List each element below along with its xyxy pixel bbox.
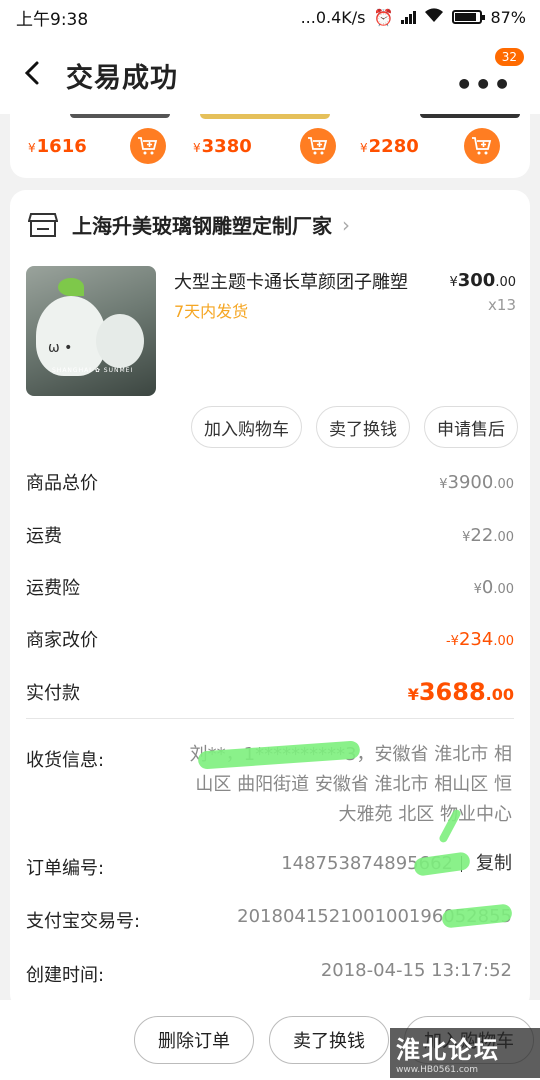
- product-price: ¥300.00: [449, 270, 516, 291]
- order-card: 上海升美玻璃钢雕塑定制厂家 › ω • SHANGHAI ✿ SUNMEI 大型…: [10, 190, 530, 1010]
- shipping-row: 运费 ¥22.00: [26, 517, 514, 553]
- chevron-right-icon: ›: [342, 212, 350, 237]
- paid-row: 实付款 ¥3688.00: [26, 674, 514, 710]
- price-adjust-row: 商家改价 -¥234.00: [26, 621, 514, 657]
- alipay-label: 支付宝交易号:: [26, 911, 141, 932]
- resell-button[interactable]: 卖了换钱: [316, 406, 410, 448]
- divider: [26, 718, 514, 719]
- add-to-cart-button[interactable]: [300, 128, 336, 164]
- status-bar: 上午9:38 ...0.4K/s ⏰ 87%: [0, 0, 540, 34]
- created-value: 2018-04-15 13:17:52: [320, 960, 512, 981]
- status-time: 上午9:38: [16, 9, 89, 30]
- back-button[interactable]: [18, 58, 48, 88]
- recommend-item[interactable]: ¥1616: [10, 128, 170, 168]
- site-watermark: 淮北论坛 www.HB0561.com: [390, 1028, 540, 1078]
- battery-icon: [452, 10, 486, 24]
- add-to-cart-button[interactable]: [464, 128, 500, 164]
- signal-icon: [401, 10, 417, 24]
- more-menu-button[interactable]: •••: [455, 68, 512, 101]
- recommend-strip: ¥1616 ¥3380 ¥2280: [10, 114, 530, 178]
- insurance-value: ¥0.00: [473, 576, 514, 598]
- message-badge: 32: [494, 48, 524, 66]
- cart-plus-icon: [472, 137, 492, 155]
- delete-order-button[interactable]: 删除订单: [134, 1016, 254, 1064]
- recommend-image-edges: [10, 114, 530, 120]
- recommend-price: ¥1616: [28, 136, 87, 157]
- recommend-price: ¥3380: [193, 136, 252, 157]
- shop-header[interactable]: 上海升美玻璃钢雕塑定制厂家 ›: [28, 210, 350, 239]
- shop-name: 上海升美玻璃钢雕塑定制厂家: [72, 214, 332, 238]
- order-no-value: 148753874895662 复制: [281, 853, 512, 874]
- insurance-label: 运费险: [26, 578, 80, 599]
- back-arrow-icon: [24, 61, 39, 85]
- created-label: 创建时间:: [26, 965, 105, 986]
- recommend-price: ¥2280: [360, 136, 419, 157]
- order-no-label: 订单编号:: [26, 858, 105, 879]
- paid-value: ¥3688.00: [407, 678, 514, 706]
- alarm-icon: ⏰: [373, 7, 394, 27]
- product-title[interactable]: 大型主题卡通长草颜团子雕塑: [174, 268, 424, 294]
- total-row: 商品总价 ¥3900.00: [26, 464, 514, 500]
- address-label: 收货信息:: [26, 750, 105, 771]
- shipping-note: 7天内发货: [174, 302, 249, 321]
- cart-plus-icon: [308, 137, 328, 155]
- item-actions: 加入购物车 卖了换钱 申请售后: [191, 406, 518, 448]
- recommend-item[interactable]: ¥2280: [342, 128, 502, 168]
- product-thumbnail[interactable]: ω • SHANGHAI ✿ SUNMEI: [26, 266, 156, 396]
- shop-icon: [28, 212, 58, 237]
- copy-button[interactable]: 复制: [476, 853, 512, 874]
- shipping-value: ¥22.00: [462, 524, 514, 546]
- add-to-cart-button[interactable]: [130, 128, 166, 164]
- product-quantity: x13: [488, 296, 516, 314]
- resell-button[interactable]: 卖了换钱: [269, 1016, 389, 1064]
- page-title: 交易成功: [66, 63, 178, 94]
- cart-plus-icon: [138, 137, 158, 155]
- shipping-label: 运费: [26, 526, 62, 547]
- total-value: ¥3900.00: [439, 471, 514, 493]
- price-adjust-value: -¥234.00: [445, 628, 514, 650]
- network-speed: ...0.4K/s: [300, 7, 366, 27]
- battery-percent: 87%: [490, 7, 526, 27]
- nav-bar: 交易成功 ••• 32: [0, 34, 540, 114]
- status-icons: ...0.4K/s ⏰ 87%: [301, 7, 526, 27]
- insurance-row: 运费险 ¥0.00: [26, 569, 514, 605]
- total-label: 商品总价: [26, 473, 98, 494]
- price-adjust-label: 商家改价: [26, 630, 98, 651]
- recommend-item[interactable]: ¥3380: [175, 128, 336, 168]
- paid-label: 实付款: [26, 683, 80, 704]
- add-to-cart-button[interactable]: 加入购物车: [191, 406, 302, 448]
- after-sale-button[interactable]: 申请售后: [424, 406, 518, 448]
- wifi-icon: [424, 7, 444, 27]
